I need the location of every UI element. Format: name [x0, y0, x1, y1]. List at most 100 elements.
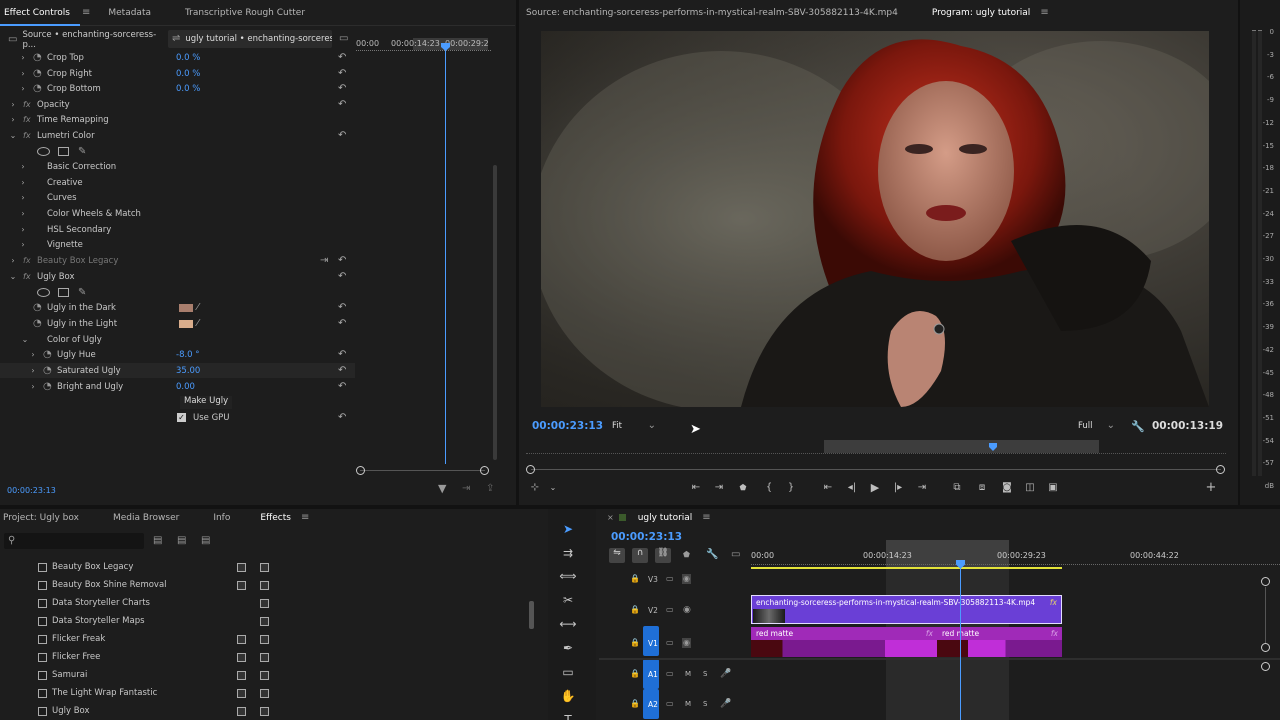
effect-list-item[interactable]: Samurai [38, 667, 87, 683]
effect-list-item[interactable]: Beauty Box Legacy [38, 559, 133, 575]
tab-sequence[interactable]: ugly tutorial [628, 513, 703, 523]
chevron-right-icon[interactable]: › [18, 225, 28, 234]
program-zoom-bar[interactable] [531, 469, 1221, 470]
solo-button[interactable]: S [703, 670, 707, 678]
solo-button[interactable]: S [703, 700, 707, 708]
toggle-timeline-icon[interactable]: ▭ [339, 34, 348, 44]
ec-vertical-scrollbar[interactable] [493, 165, 497, 460]
effect-list-item[interactable]: The Light Wrap Fantastic [38, 685, 157, 701]
reset-icon[interactable]: ↶ [338, 302, 346, 313]
tab-effect-controls[interactable]: Effect Controls [0, 0, 80, 26]
slip-icon[interactable]: ⟷ [558, 615, 578, 633]
sync-lock-icon[interactable]: ▭ [666, 606, 674, 614]
tab-source-monitor[interactable]: Source: enchanting-sorceress-performs-in… [519, 8, 908, 18]
chevron-right-icon[interactable]: › [28, 382, 38, 391]
reset-icon[interactable]: ↶ [338, 365, 346, 376]
lock-icon[interactable]: 🔒 [630, 639, 640, 647]
chevron-right-icon[interactable]: › [28, 350, 38, 359]
reset-icon[interactable]: ↶ [338, 255, 346, 266]
program-timecode[interactable]: 00:00:23:13 [532, 420, 603, 432]
panel-menu-icon[interactable]: ≡ [301, 513, 309, 523]
program-video-frame[interactable] [541, 31, 1209, 407]
fx-badge[interactable]: fx [1050, 598, 1057, 607]
reset-icon[interactable]: ↶ [338, 99, 346, 110]
resolution-dropdown[interactable]: Full ⌄ [1074, 418, 1119, 434]
tab-project[interactable]: Project: Ugly box [0, 513, 89, 523]
v1-clip-a[interactable]: red matte fx [751, 627, 937, 657]
go-to-in-icon[interactable]: ⇤ [688, 479, 704, 495]
ellipse-mask-icon[interactable] [37, 147, 50, 156]
ec-zoom-handle-right[interactable] [480, 466, 489, 475]
add-marker-icon[interactable]: ⬟ [735, 479, 751, 495]
chevron-down-icon[interactable]: ⌄ [8, 131, 18, 140]
panel-menu-icon[interactable]: ≡ [702, 513, 710, 523]
stopwatch-icon[interactable]: ◔ [33, 52, 42, 63]
sync-lock-icon[interactable]: ▭ [666, 670, 674, 678]
fx-icon[interactable]: fx [23, 272, 31, 281]
tab-program-monitor[interactable]: Program: ugly tutorial [922, 8, 1040, 18]
play-icon[interactable]: ▶ [867, 479, 883, 495]
track-label-v2[interactable]: V2 [645, 606, 661, 615]
timeline-ruler[interactable]: 00:00 00:00:14:23 00:00:29:23 00:00:44:2… [751, 540, 1280, 569]
rect-mask-icon[interactable] [58, 147, 69, 156]
prop-value[interactable]: 0.00 [176, 382, 195, 392]
pen-mask-icon[interactable]: ✎ [78, 146, 86, 157]
effect-list-item[interactable]: Flicker Free [38, 649, 100, 665]
go-to-out-icon[interactable]: ⇥ [711, 479, 727, 495]
ec-zoom-scroll[interactable] [360, 470, 485, 471]
accelerated-effects-icon[interactable]: ▤ [153, 536, 162, 546]
lock-icon[interactable]: 🔒 [630, 700, 640, 708]
fit-dropdown[interactable]: Fit ⌄ [608, 418, 660, 434]
ec-current-time[interactable]: 00:00:23:13 [7, 486, 56, 495]
sync-lock-icon[interactable]: ▭ [666, 700, 674, 708]
fx-badge[interactable]: fx [926, 629, 933, 638]
reset-icon[interactable]: ↶ [338, 83, 346, 94]
tab-media-browser[interactable]: Media Browser [103, 513, 189, 523]
mark-out-icon[interactable]: } [783, 479, 799, 495]
stopwatch-icon[interactable]: ◔ [33, 83, 42, 94]
rect-mask-icon[interactable] [58, 288, 69, 297]
extract-icon[interactable]: ⧈ [974, 479, 990, 495]
reset-icon[interactable]: ↶ [338, 381, 346, 392]
chevron-right-icon[interactable]: › [8, 100, 18, 109]
effect-list-item[interactable]: Flicker Freak [38, 631, 105, 647]
effect-list-item[interactable]: Beauty Box Shine Removal [38, 577, 167, 593]
use-gpu-checkbox[interactable]: ✓ [177, 413, 186, 422]
reset-icon[interactable]: ↶ [338, 68, 346, 79]
mute-button[interactable]: M [685, 670, 691, 678]
go-to-next-edit-icon[interactable]: ⇥ [914, 479, 930, 495]
panel-menu-icon[interactable]: ≡ [1040, 8, 1048, 18]
chevron-right-icon[interactable]: › [18, 162, 28, 171]
razor-icon[interactable]: ✂ [558, 591, 578, 609]
step-forward-icon[interactable]: |▸ [890, 479, 906, 495]
32bit-effects-icon[interactable]: ▤ [177, 536, 186, 546]
tab-metadata[interactable]: Metadata [98, 8, 161, 18]
reset-icon[interactable]: ↶ [338, 130, 346, 141]
sync-lock-icon[interactable]: ▭ [666, 639, 674, 647]
chevron-right-icon[interactable]: › [18, 193, 28, 202]
track-select-icon[interactable]: ⇉ [558, 544, 578, 562]
chevron-right-icon[interactable]: › [18, 240, 28, 249]
prop-value[interactable]: 0.0 % [176, 84, 200, 94]
fx-icon[interactable]: fx [23, 100, 31, 109]
tab-transcriptive[interactable]: Transcriptive Rough Cutter [175, 8, 315, 18]
wrench-icon[interactable]: 🔧 [1131, 421, 1145, 432]
tab-effects[interactable]: Effects [250, 513, 301, 523]
prop-value[interactable]: -8.0 ° [176, 350, 200, 360]
color-swatch-dark[interactable] [179, 303, 193, 312]
mark-in-icon[interactable]: { [761, 479, 777, 495]
button-editor-icon[interactable]: + [1203, 479, 1219, 495]
close-icon[interactable]: × [607, 514, 614, 522]
lock-icon[interactable]: 🔒 [630, 606, 640, 614]
microphone-icon[interactable]: 🎤 [720, 699, 731, 709]
reset-icon[interactable]: ↶ [338, 52, 346, 63]
track-label-a1[interactable]: A1 [645, 670, 661, 679]
chevron-down-icon[interactable]: ⌄ [8, 272, 18, 281]
program-zoom-left[interactable] [526, 465, 535, 474]
safe-margins-icon[interactable]: ⊹ [527, 479, 543, 495]
reset-icon[interactable]: ↶ [338, 349, 346, 360]
chevron-down-icon[interactable]: ⌄ [545, 479, 561, 495]
prop-value[interactable]: 0.0 % [176, 69, 200, 79]
sequence-clip-selector[interactable]: ⇌ ugly tutorial • enchanting-sorceress..… [168, 30, 332, 48]
plugin-info-icon[interactable]: ⇥ [320, 255, 328, 266]
